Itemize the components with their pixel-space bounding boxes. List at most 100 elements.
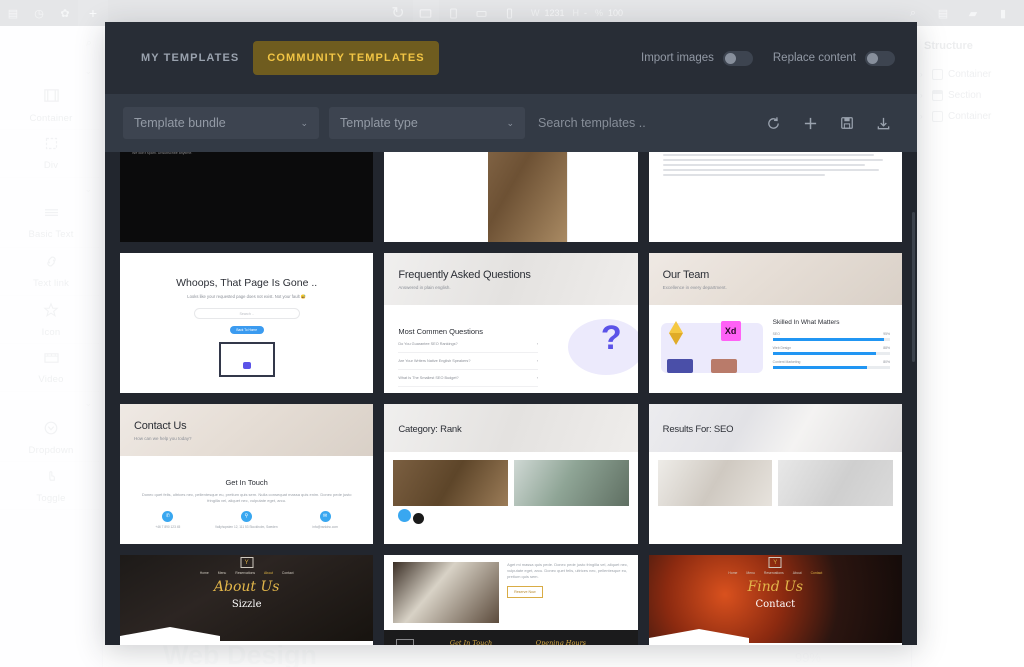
newsletter-column: Newsletter Get the latest SEO advice and… <box>132 152 198 233</box>
nav-item: Reservations <box>235 571 256 575</box>
height-value: - <box>583 8 587 18</box>
map-pin-icon: ⚲ <box>240 511 252 522</box>
import-images-option: Import images <box>641 50 753 66</box>
chevron-down-icon[interactable]: ⌄ <box>0 60 102 82</box>
blog-preview: Commerce Conversions? Making your way in… <box>384 152 637 242</box>
template-card-blog-post[interactable]: Commerce Conversions? Making your way in… <box>383 152 639 243</box>
import-images-toggle[interactable] <box>722 50 753 66</box>
sidebar-item-label: Basic Text <box>28 229 74 240</box>
sidebar-item-video[interactable]: Video <box>0 344 102 392</box>
replace-content-toggle[interactable] <box>865 50 895 66</box>
grid-scrollbar[interactable] <box>912 212 915 362</box>
category-hero: Category: Rank <box>384 404 638 452</box>
404-subtitle: Looks like your requested page does not … <box>187 294 307 299</box>
template-bundle-select[interactable]: Template bundle ⌄ <box>123 107 319 139</box>
elements-sidebar: ⌕ ⌄ Container Div ⌄ Basic Text Text link <box>0 26 103 667</box>
template-card-contact-us[interactable]: Contact Us How can we help you today? Ge… <box>119 403 375 545</box>
structure-panel: Structure › Container › Section › Contai… <box>911 26 1024 667</box>
plus-icon[interactable]: + <box>78 0 108 26</box>
canvas-percent: 99% <box>794 650 821 665</box>
article-preview <box>649 152 902 242</box>
company-column: Rank Inc. Vallyhopsten 12, 111 53 Stockh… <box>214 152 280 233</box>
template-card-restaurant-contact[interactable]: Y Home Menu Reservations About Contact F… <box>647 554 903 645</box>
template-card-our-team[interactable]: Our Team Excellence in every department.… <box>647 252 903 394</box>
skill-label: Content Marketing <box>772 360 801 364</box>
sidebar-item-div[interactable]: Div <box>0 130 102 178</box>
restaurant-contact-preview: Y Home Menu Reservations About Contact F… <box>648 555 902 645</box>
template-card-faq[interactable]: Frequently Asked Questions Answered in p… <box>383 252 639 394</box>
download-icon[interactable] <box>876 116 891 131</box>
gear-icon[interactable]: ✿ <box>52 0 78 26</box>
topbar-right-icons: ⌕ ▤ ▰ ▮ <box>900 0 1024 26</box>
sidebar-search-icon[interactable]: ⌕ <box>0 26 102 60</box>
width-field[interactable]: W 1231 <box>531 8 565 18</box>
chevron-right-icon[interactable]: › <box>920 91 927 100</box>
search-templates-box[interactable] <box>535 107 731 139</box>
restaurant-nav: Home Menu Reservations About Contact <box>649 571 902 575</box>
sidebar-item-label: Dropdown <box>28 444 74 456</box>
contact-hero: Contact Us How can we help you today? <box>120 404 374 456</box>
chevron-right-icon[interactable]: › <box>920 70 927 79</box>
chevron-down-icon[interactable]: ⌄ <box>0 178 102 200</box>
film-icon <box>43 351 60 370</box>
structure-node[interactable]: › Section <box>912 85 1024 106</box>
container-icon <box>932 111 943 122</box>
search-input[interactable] <box>538 116 728 130</box>
tab-my-templates[interactable]: MY TEMPLATES <box>127 41 253 75</box>
sidebar-item-label: Text link <box>32 278 70 289</box>
plans-column: Our Plans Starter $79.00/mo Business $24… <box>296 152 362 233</box>
faq-question: Are Your Writers Native English Speakers… <box>398 353 539 370</box>
templates-grid-container[interactable]: Newsletter Get the latest SEO advice and… <box>105 152 917 645</box>
toggle-knob <box>867 52 878 64</box>
layers-icon[interactable]: ▤ <box>930 0 956 26</box>
folder-icon[interactable]: ▰ <box>960 0 986 26</box>
template-card-restaurant-footer[interactable]: Aget mi massa quis pede. Donec pede just… <box>383 554 639 645</box>
template-card-restaurant-about[interactable]: Y Home Menu Reservations About Contact A… <box>119 554 375 645</box>
div-icon <box>44 136 59 156</box>
blog-sidebar: Tags Advice (8) Learn (4) Random (7) Suc… <box>567 152 637 242</box>
plus-icon[interactable] <box>803 116 818 131</box>
structure-node-label: Container <box>948 111 992 122</box>
contact-hero-fire: Y Home Menu Reservations About Contact F… <box>648 555 902 643</box>
sidebar-item-dropdown[interactable]: Dropdown <box>0 414 102 462</box>
404-illustration <box>218 342 275 377</box>
modal-toolbar: Template bundle ⌄ Template type ⌄ <box>105 94 917 152</box>
template-card-newsletter-footer[interactable]: Newsletter Get the latest SEO advice and… <box>119 152 375 243</box>
chevron-down-icon[interactable]: ⌄ <box>0 392 102 414</box>
file-icon[interactable]: ▤ <box>0 0 26 26</box>
chevron-circle-icon <box>43 420 59 441</box>
curve-divider <box>120 627 220 641</box>
structure-node[interactable]: › Container <box>912 106 1024 127</box>
modal-tool-icons <box>766 116 899 131</box>
refresh-icon[interactable] <box>766 116 781 131</box>
tab-community-templates[interactable]: COMMUNITY TEMPLATES <box>253 41 439 75</box>
template-type-select[interactable]: Template type ⌄ <box>329 107 525 139</box>
newsletter-preview: Newsletter Get the latest SEO advice and… <box>120 152 374 242</box>
team-hero-subtitle: Excellence in every department. <box>662 285 727 290</box>
sidebar-item-text-link[interactable]: Text link <box>0 248 102 296</box>
user-icon[interactable]: ▮ <box>990 0 1016 26</box>
faq-hero-title: Frequently Asked Questions <box>398 269 531 281</box>
zoom-field[interactable]: % 100 <box>595 8 623 18</box>
structure-node[interactable]: › Container <box>912 64 1024 85</box>
zoom-label: % <box>594 8 603 18</box>
height-field[interactable]: H - <box>572 8 587 18</box>
footer-intro-text: Aget mi massa quis pede. Donec pede just… <box>507 562 629 579</box>
sidebar-item-icon[interactable]: Icon <box>0 296 102 344</box>
import-images-label: Import images <box>641 52 714 64</box>
sidebar-item-toggle[interactable]: Toggle <box>0 462 102 510</box>
chevron-right-icon[interactable]: › <box>920 112 927 121</box>
container-icon <box>43 87 60 109</box>
template-card-404-page[interactable]: Whoops, That Page Is Gone .. Looks like … <box>119 252 375 394</box>
template-card-category-archive[interactable]: Category: Rank <box>383 403 639 545</box>
template-card-article[interactable] <box>647 152 903 243</box>
zoom-value: 100 <box>608 8 624 18</box>
sidebar-item-basic-text[interactable]: Basic Text <box>0 200 102 248</box>
phone-icon: ✆ <box>162 511 174 522</box>
save-icon[interactable] <box>840 116 854 130</box>
contact-channels: ✆ +46 7 890 123 45 ⚲ Vallyhopsten 12, 11… <box>138 511 355 529</box>
team-hero-title: Our Team <box>662 269 710 281</box>
sidebar-item-container[interactable]: Container <box>0 82 102 130</box>
history-icon[interactable]: ◷ <box>26 0 52 26</box>
template-card-search-results[interactable]: Results For: SEO <box>647 403 903 545</box>
